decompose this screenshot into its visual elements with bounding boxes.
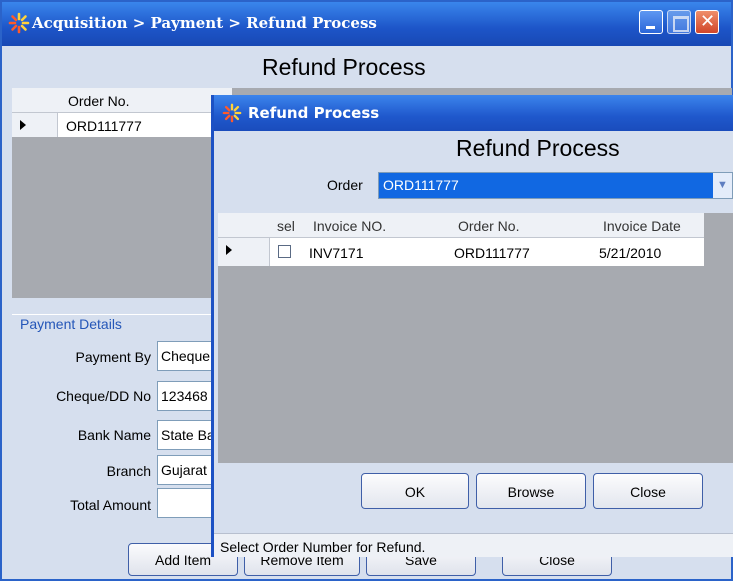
chevron-down-icon[interactable]: ▼ bbox=[713, 173, 732, 198]
column-header-order-no[interactable]: Order No. bbox=[458, 218, 519, 234]
ok-button[interactable]: OK bbox=[361, 473, 469, 509]
order-select-value[interactable]: ORD111777 bbox=[379, 173, 713, 198]
select-checkbox[interactable] bbox=[278, 245, 291, 258]
table-row[interactable]: INV7171 ORD111777 5/21/2010 bbox=[270, 238, 704, 266]
order-select[interactable]: ORD111777 ▼ bbox=[378, 172, 733, 199]
main-window-title: Acquisition > Payment > Refund Process bbox=[32, 14, 377, 32]
maximize-button[interactable] bbox=[667, 10, 691, 34]
dialog-title: Refund Process bbox=[248, 104, 380, 122]
cheque-dd-no-label: Cheque/DD No bbox=[56, 388, 151, 404]
dialog-heading: Refund Process bbox=[456, 135, 620, 161]
bank-name-label: Bank Name bbox=[77, 427, 151, 443]
row-selector[interactable] bbox=[218, 238, 270, 266]
page-title: Refund Process bbox=[262, 54, 426, 80]
main-title-bar[interactable]: Acquisition > Payment > Refund Process ✕ bbox=[2, 2, 731, 46]
app-logo-icon bbox=[222, 103, 242, 123]
dialog-close-button[interactable]: Close bbox=[593, 473, 703, 509]
column-header-sel[interactable]: sel bbox=[277, 218, 295, 234]
column-header-invoice-no[interactable]: Invoice NO. bbox=[313, 218, 386, 234]
branch-label: Branch bbox=[106, 463, 151, 479]
app-logo-icon bbox=[8, 12, 30, 34]
order-no-cell: ORD111777 bbox=[66, 118, 142, 134]
invoice-no-cell: INV7171 bbox=[309, 245, 364, 261]
invoice-date-cell: 5/21/2010 bbox=[599, 245, 662, 261]
row-selector[interactable] bbox=[12, 113, 58, 137]
order-no-cell: ORD111777 bbox=[454, 245, 530, 261]
invoice-grid-header: sel Invoice NO. Order No. Invoice Date bbox=[218, 213, 704, 238]
order-label: Order bbox=[327, 177, 363, 193]
status-bar: Select Order Number for Refund. bbox=[214, 533, 733, 557]
minimize-button[interactable] bbox=[639, 10, 663, 34]
row-pointer-icon bbox=[20, 120, 26, 130]
payment-details-divider bbox=[12, 314, 227, 315]
refund-dialog: Refund Process Refund Process Order ORD1… bbox=[211, 95, 733, 557]
row-pointer-icon bbox=[226, 245, 232, 255]
dialog-title-bar[interactable]: Refund Process bbox=[214, 95, 733, 131]
payment-by-label: Payment By bbox=[75, 349, 151, 365]
order-grid-header[interactable]: Order No. bbox=[12, 88, 232, 113]
close-window-button[interactable]: ✕ bbox=[695, 10, 719, 34]
browse-button[interactable]: Browse bbox=[476, 473, 586, 509]
table-row[interactable]: ORD111777 bbox=[58, 113, 232, 137]
payment-details-legend: Payment Details bbox=[20, 316, 122, 332]
column-header-order-no: Order No. bbox=[68, 93, 130, 109]
column-header-invoice-date[interactable]: Invoice Date bbox=[603, 218, 681, 234]
total-amount-label: Total Amount bbox=[70, 497, 151, 513]
close-icon: ✕ bbox=[700, 11, 716, 32]
